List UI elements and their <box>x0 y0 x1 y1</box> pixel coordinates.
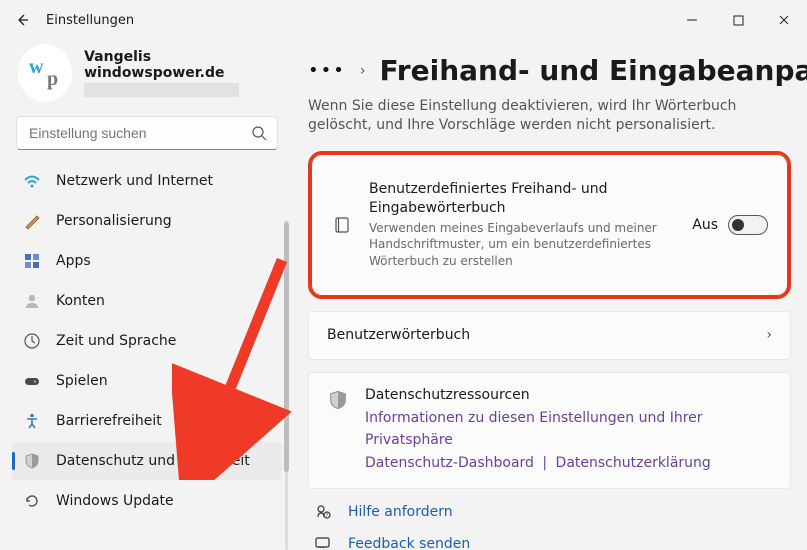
window-title: Einstellungen <box>46 13 134 28</box>
accessibility-icon <box>22 411 42 431</box>
close-icon <box>778 14 790 26</box>
sidebar-item-gaming[interactable]: Spielen <box>12 362 282 400</box>
svg-text:?: ? <box>326 513 329 519</box>
breadcrumb-overflow-button[interactable]: ••• <box>308 60 346 81</box>
sidebar-item-label: Spielen <box>56 373 108 389</box>
wifi-icon <box>22 171 42 191</box>
update-icon <box>22 491 42 511</box>
search-icon <box>251 125 267 141</box>
feedback-icon <box>312 535 334 548</box>
sidebar-item-windows-update[interactable]: Windows Update <box>12 482 282 520</box>
sidebar-nav: Netzwerk und Internet Personalisierung A… <box>12 162 282 520</box>
sidebar-item-apps[interactable]: Apps <box>12 242 282 280</box>
help-link[interactable]: Hilfe anfordern <box>348 504 453 520</box>
toggle-state-label: Aus <box>692 217 718 233</box>
sidebar-item-label: Zeit und Sprache <box>56 333 176 349</box>
window-controls <box>669 4 807 36</box>
sidebar-item-privacy[interactable]: Datenschutz und Sicherheit <box>12 442 282 480</box>
privacy-resources-title: Datenschutzressourcen <box>365 387 772 403</box>
custom-dictionary-toggle[interactable] <box>728 215 768 235</box>
search-input-wrapper[interactable] <box>16 116 278 150</box>
custom-dictionary-card: Benutzerdefiniertes Freihand- und Eingab… <box>308 151 791 299</box>
apps-icon <box>22 251 42 271</box>
main-content: ••• › Freihand- und Eingabeanpassung Wen… <box>290 40 807 548</box>
back-button[interactable] <box>4 2 40 38</box>
chevron-right-icon: › <box>360 63 366 79</box>
clock-globe-icon <box>22 331 42 351</box>
sidebar: w p Vangelis windowspower.de Netzwerk un… <box>0 40 290 548</box>
gamepad-icon <box>22 371 42 391</box>
sidebar-item-label: Apps <box>56 253 91 269</box>
privacy-link-statement[interactable]: Datenschutzerklärung <box>556 455 711 471</box>
page-title: Freihand- und Eingabeanpassung <box>379 54 807 87</box>
user-dictionary-label: Benutzerwörterbuch <box>327 326 750 345</box>
paintbrush-icon <box>22 211 42 231</box>
privacy-resources-card: Datenschutzressourcen Informationen zu d… <box>308 372 791 489</box>
privacy-link-info[interactable]: Informationen zu diesen Einstellungen un… <box>365 410 703 448</box>
sidebar-item-time-language[interactable]: Zeit und Sprache <box>12 322 282 360</box>
help-icon: ? <box>312 503 334 521</box>
svg-text:p: p <box>47 68 58 90</box>
titlebar: Einstellungen <box>0 0 807 40</box>
minimize-button[interactable] <box>669 4 715 36</box>
shield-icon <box>327 389 349 411</box>
custom-dictionary-subtitle: Verwenden meines Eingabeverlaufs und mei… <box>369 220 659 270</box>
shield-icon <box>22 451 42 471</box>
page-description: Wenn Sie diese Einstellung deaktivieren,… <box>308 97 768 135</box>
help-row[interactable]: ? Hilfe anfordern <box>312 503 791 521</box>
avatar-logo-icon: w p <box>23 51 67 95</box>
svg-text:w: w <box>29 56 44 78</box>
maximize-icon <box>733 15 744 26</box>
sidebar-item-accessibility[interactable]: Barrierefreiheit <box>12 402 282 440</box>
avatar: w p <box>18 44 72 102</box>
privacy-link-dashboard[interactable]: Datenschutz-Dashboard <box>365 455 534 471</box>
sidebar-item-label: Netzwerk und Internet <box>56 173 213 189</box>
chevron-right-icon: › <box>766 327 772 343</box>
sidebar-item-network[interactable]: Netzwerk und Internet <box>12 162 282 200</box>
close-button[interactable] <box>761 4 807 36</box>
minimize-icon <box>686 14 698 26</box>
sidebar-item-label: Windows Update <box>56 493 174 509</box>
profile-name: Vangelis windowspower.de <box>84 49 282 81</box>
sidebar-item-label: Barrierefreiheit <box>56 413 162 429</box>
person-icon <box>22 291 42 311</box>
feedback-row[interactable]: Feedback senden <box>312 535 791 548</box>
custom-dictionary-toggle-group: Aus <box>692 215 768 235</box>
user-dictionary-row[interactable]: Benutzerwörterbuch › <box>308 311 791 360</box>
link-separator: | <box>542 455 547 471</box>
breadcrumb: ••• › Freihand- und Eingabeanpassung <box>308 54 791 87</box>
feedback-link[interactable]: Feedback senden <box>348 536 470 548</box>
sidebar-item-label: Datenschutz und Sicherheit <box>56 453 250 469</box>
maximize-button[interactable] <box>715 4 761 36</box>
search-input[interactable] <box>27 124 251 142</box>
custom-dictionary-title: Benutzerdefiniertes Freihand- und Eingab… <box>369 180 676 218</box>
profile-block[interactable]: w p Vangelis windowspower.de <box>12 44 282 102</box>
profile-subline <box>84 83 239 97</box>
dictionary-icon <box>331 215 353 235</box>
arrow-left-icon <box>14 12 30 28</box>
sidebar-item-personalization[interactable]: Personalisierung <box>12 202 282 240</box>
sidebar-item-accounts[interactable]: Konten <box>12 282 282 320</box>
sidebar-item-label: Personalisierung <box>56 213 172 229</box>
sidebar-scrollbar-thumb[interactable] <box>284 222 289 472</box>
sidebar-item-label: Konten <box>56 293 105 309</box>
